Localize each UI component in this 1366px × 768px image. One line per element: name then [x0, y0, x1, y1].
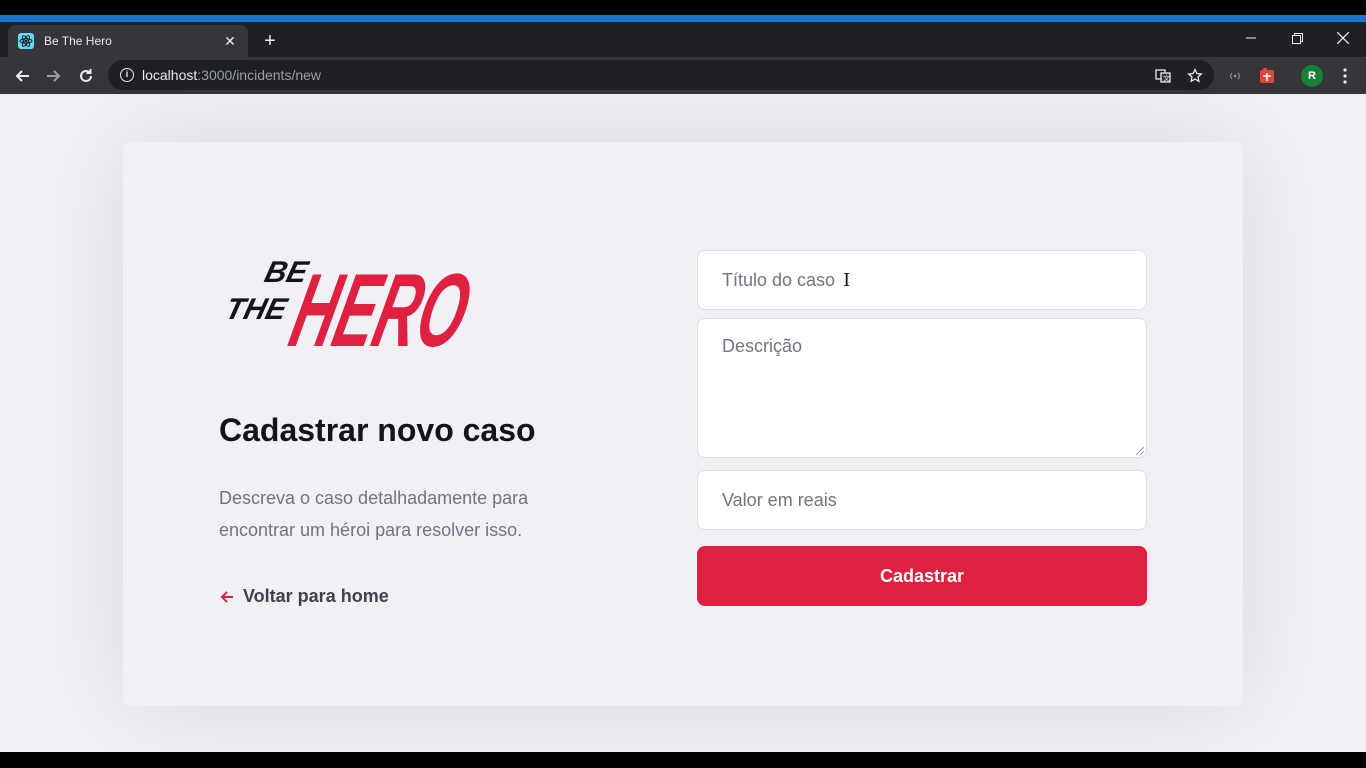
url-host: localhost: [142, 67, 198, 83]
new-incident-card: BE THE HERO Cadastrar novo caso Descreva…: [123, 142, 1243, 706]
site-info-icon[interactable]: i: [120, 68, 134, 82]
address-bar[interactable]: i localhost:3000/incidents/new: [108, 60, 1214, 90]
browser-toolbar: i localhost:3000/incidents/new 文 R: [0, 57, 1366, 94]
be-the-hero-logo: BE THE HERO: [219, 234, 481, 368]
tab-be-the-hero[interactable]: Be The Hero ✕: [8, 25, 248, 57]
extension-icon[interactable]: [1255, 64, 1279, 88]
page-viewport: BE THE HERO Cadastrar novo caso Descreva…: [0, 94, 1366, 752]
incident-form: Título do caso I Descrição Valor em reai…: [697, 250, 1147, 606]
bookmark-star-icon[interactable]: [1183, 64, 1207, 88]
forward-arrow-icon[interactable]: [41, 63, 67, 89]
resize-handle-icon[interactable]: [1136, 447, 1144, 455]
bottom-black-bar: [0, 752, 1366, 768]
page-description: Descreva o caso detalhadamente para enco…: [219, 488, 529, 540]
screen: Be The Hero ✕ + i localhost:3000/inciden…: [0, 0, 1366, 768]
submit-button[interactable]: Cadastrar: [697, 546, 1147, 606]
back-link-label: Voltar para home: [243, 586, 389, 606]
close-window-icon[interactable]: [1328, 26, 1358, 50]
back-arrow-icon[interactable]: [9, 63, 35, 89]
arrow-left-icon: [220, 590, 233, 603]
svg-text:文: 文: [1163, 74, 1170, 83]
page-title: Cadastrar novo caso: [219, 412, 536, 448]
value-input[interactable]: Valor em reais: [697, 470, 1147, 530]
tab-strip: Be The Hero ✕ +: [0, 22, 1366, 57]
react-favicon-icon: [18, 33, 34, 49]
description-placeholder: Descrição: [722, 336, 803, 356]
value-input-placeholder: Valor em reais: [722, 489, 837, 510]
reload-icon[interactable]: [73, 63, 99, 89]
text-cursor-icon: I: [843, 269, 851, 291]
more-menu-icon[interactable]: [1333, 64, 1357, 88]
description-textarea[interactable]: Descrição: [697, 318, 1147, 458]
logo-line2: THE: [222, 292, 292, 325]
restore-icon[interactable]: [1282, 26, 1312, 50]
tab-close-icon[interactable]: ✕: [222, 33, 238, 49]
minimize-icon[interactable]: [1236, 26, 1266, 50]
title-input-placeholder: Título do caso: [722, 269, 836, 290]
logo-word: HERO: [280, 252, 475, 354]
url-path: :3000/incidents/new: [197, 67, 322, 83]
title-input[interactable]: Título do caso I: [697, 250, 1147, 310]
broadcast-extension-icon[interactable]: [1223, 64, 1247, 88]
browser-accent-line: [0, 15, 1366, 22]
profile-avatar[interactable]: R: [1301, 65, 1323, 87]
tab-title: Be The Hero: [44, 34, 112, 48]
top-black-bar: [0, 0, 1366, 15]
translate-icon[interactable]: 文: [1151, 64, 1175, 88]
back-to-home-link[interactable]: Voltar para home: [219, 586, 389, 607]
new-tab-button[interactable]: +: [258, 30, 282, 54]
